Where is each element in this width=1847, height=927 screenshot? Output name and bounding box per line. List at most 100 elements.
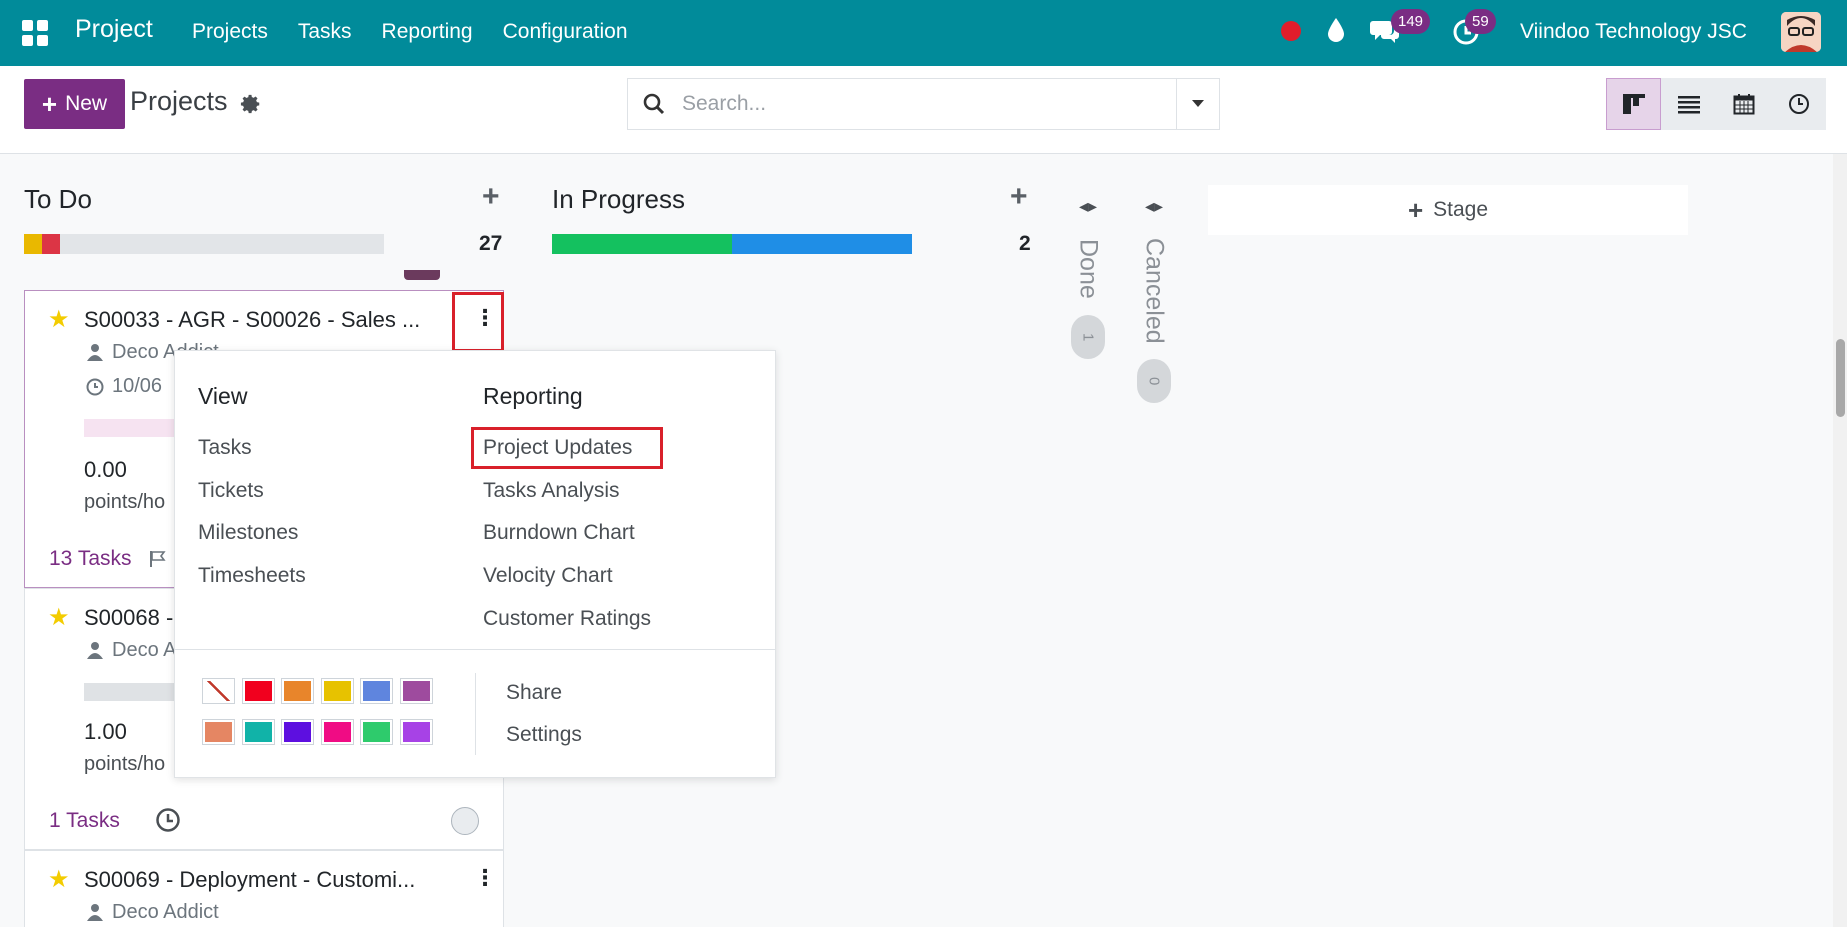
menu-item-timesheets[interactable]: Timesheets bbox=[198, 564, 306, 588]
user-icon bbox=[87, 642, 103, 659]
kanban-view-button[interactable] bbox=[1606, 78, 1661, 130]
color-swatch[interactable] bbox=[241, 719, 275, 745]
no-color-swatch[interactable] bbox=[202, 678, 235, 704]
calendar-icon bbox=[1733, 94, 1754, 115]
project-card[interactable]: ★ S00069 - Deployment - Customi... ⋮ Dec… bbox=[24, 850, 504, 927]
clock-icon bbox=[1788, 94, 1809, 114]
column-title-canceled: Canceled bbox=[1140, 238, 1169, 344]
expand-arrows-icon: ◂▸ bbox=[1144, 196, 1164, 216]
plus-icon: + bbox=[41, 89, 58, 119]
menu-item-tasks-analysis[interactable]: Tasks Analysis bbox=[483, 479, 620, 503]
add-stage-button[interactable]: + Stage bbox=[1208, 185, 1688, 235]
color-swatch[interactable] bbox=[320, 678, 354, 704]
favorite-star-icon[interactable]: ★ bbox=[48, 603, 70, 632]
page-title: Projects bbox=[130, 86, 228, 116]
todo-count: 27 bbox=[479, 232, 503, 255]
card-unit: points/ho bbox=[84, 491, 166, 513]
list-view-button[interactable] bbox=[1661, 78, 1716, 130]
activity-view-button[interactable] bbox=[1771, 78, 1826, 130]
user-icon bbox=[87, 344, 103, 361]
folded-column-canceled[interactable]: ◂▸ Canceled 0 bbox=[1136, 196, 1172, 403]
add-in-todo-icon[interactable]: + bbox=[482, 180, 500, 214]
menu-item-share[interactable]: Share bbox=[506, 681, 562, 705]
add-stage-label: Stage bbox=[1433, 198, 1489, 221]
company-switcher[interactable]: Viindoo Technology JSC bbox=[1520, 20, 1747, 44]
user-avatar[interactable] bbox=[1781, 12, 1821, 52]
avatar-image bbox=[1781, 12, 1821, 52]
menu-tasks[interactable]: Tasks bbox=[298, 20, 352, 44]
progress-segment-yellow[interactable] bbox=[24, 234, 42, 254]
status-circle-icon[interactable] bbox=[451, 807, 479, 835]
view-switcher bbox=[1606, 78, 1826, 130]
menu-item-milestones[interactable]: Milestones bbox=[198, 521, 298, 545]
column-title-todo[interactable]: To Do bbox=[24, 184, 92, 215]
add-in-progress-icon[interactable]: + bbox=[1010, 180, 1028, 214]
page-scrollbar[interactable] bbox=[1833, 154, 1847, 927]
canceled-count-pill: 0 bbox=[1137, 359, 1171, 403]
color-swatch[interactable] bbox=[202, 719, 235, 745]
card-menu-icon[interactable]: ⋮ bbox=[474, 865, 496, 891]
messages-count-badge: 149 bbox=[1391, 9, 1431, 34]
in-progress-count: 2 bbox=[1019, 232, 1031, 255]
app-title[interactable]: Project bbox=[75, 15, 153, 44]
menu-item-tickets[interactable]: Tickets bbox=[198, 479, 264, 503]
color-swatch[interactable] bbox=[281, 719, 314, 745]
color-swatch[interactable] bbox=[360, 719, 393, 745]
project-date: 10/06 bbox=[112, 375, 163, 397]
caret-down-icon bbox=[1192, 100, 1204, 107]
todo-progress-bar[interactable] bbox=[24, 234, 384, 254]
gear-icon[interactable] bbox=[240, 93, 262, 115]
menu-item-velocity-chart[interactable]: Velocity Chart bbox=[483, 564, 613, 588]
new-button-label: New bbox=[65, 92, 108, 115]
drop-icon[interactable] bbox=[1326, 16, 1346, 44]
calendar-view-button[interactable] bbox=[1716, 78, 1771, 130]
color-swatch[interactable] bbox=[360, 678, 393, 704]
flag-icon bbox=[150, 551, 166, 567]
in-progress-progress-bar[interactable] bbox=[552, 234, 912, 254]
color-swatch[interactable] bbox=[399, 678, 433, 704]
progress-segment-blue[interactable] bbox=[732, 234, 912, 254]
scrollbar-thumb[interactable] bbox=[1836, 339, 1845, 417]
user-icon bbox=[87, 904, 103, 921]
top-navbar: Project Projects Tasks Reporting Configu… bbox=[0, 0, 1847, 66]
menu-item-tasks[interactable]: Tasks bbox=[198, 436, 252, 460]
list-icon bbox=[1677, 96, 1700, 114]
folded-column-done[interactable]: ◂▸ Done 1 bbox=[1070, 196, 1106, 359]
project-card-title[interactable]: S00033 - AGR - S00026 - Sales ... bbox=[84, 307, 420, 333]
color-swatch[interactable] bbox=[399, 719, 433, 745]
favorite-star-icon[interactable]: ★ bbox=[48, 865, 70, 894]
project-card-title[interactable]: S00068 - bbox=[84, 605, 173, 631]
record-icon[interactable] bbox=[1281, 21, 1301, 41]
column-title-done: Done bbox=[1074, 239, 1103, 299]
color-swatch[interactable] bbox=[320, 719, 354, 745]
project-card-title[interactable]: S00069 - Deployment - Customi... bbox=[84, 867, 415, 893]
tasks-count-link[interactable]: 13 Tasks bbox=[49, 547, 132, 571]
search-input[interactable] bbox=[682, 89, 1162, 119]
menu-item-settings[interactable]: Settings bbox=[506, 723, 582, 747]
dropdown-vertical-divider bbox=[475, 673, 476, 755]
expand-arrows-icon: ◂▸ bbox=[1078, 196, 1098, 216]
color-swatch[interactable] bbox=[281, 678, 314, 704]
menu-projects[interactable]: Projects bbox=[192, 20, 268, 44]
project-customer: Deco A bbox=[112, 639, 177, 661]
color-swatch[interactable] bbox=[241, 678, 275, 704]
menu-configuration[interactable]: Configuration bbox=[503, 20, 628, 44]
apps-menu-icon[interactable] bbox=[22, 20, 48, 46]
menu-reporting[interactable]: Reporting bbox=[382, 20, 473, 44]
menu-item-burndown-chart[interactable]: Burndown Chart bbox=[483, 521, 635, 545]
progress-segment-green[interactable] bbox=[552, 234, 732, 254]
plus-icon: + bbox=[1407, 194, 1424, 225]
favorite-star-icon[interactable]: ★ bbox=[48, 305, 70, 334]
progress-segment-red[interactable] bbox=[42, 234, 60, 254]
avatar bbox=[404, 270, 440, 280]
view-section-header: View bbox=[198, 383, 248, 409]
search-options-toggle[interactable] bbox=[1176, 78, 1220, 130]
main-menu: Projects Tasks Reporting Configuration bbox=[192, 20, 628, 44]
clock-icon[interactable] bbox=[155, 807, 181, 833]
card-menu-highlight bbox=[452, 292, 504, 352]
menu-item-customer-ratings[interactable]: Customer Ratings bbox=[483, 607, 651, 631]
tasks-count-link[interactable]: 1 Tasks bbox=[49, 809, 120, 833]
column-title-in-progress[interactable]: In Progress bbox=[552, 184, 685, 215]
card-unit: points/ho bbox=[84, 753, 166, 775]
new-button[interactable]: + New bbox=[24, 79, 125, 129]
